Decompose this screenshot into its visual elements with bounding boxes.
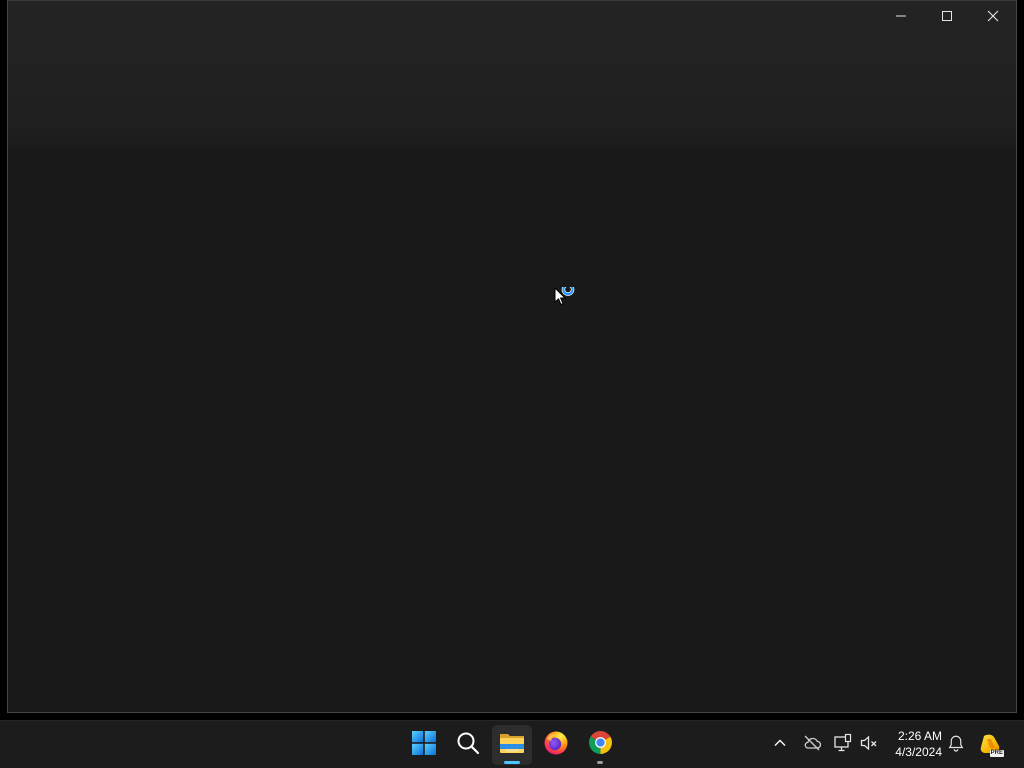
window-content — [8, 148, 1016, 712]
search-icon — [456, 731, 480, 760]
file-explorer-button[interactable] — [492, 725, 532, 765]
busy-cursor-icon — [554, 283, 576, 313]
clock-time: 2:26 AM — [897, 729, 942, 743]
mouse-cursor — [554, 283, 576, 309]
close-icon — [987, 10, 999, 22]
clock-date: 4/3/2024 — [895, 745, 942, 759]
chrome-icon — [588, 730, 613, 760]
pre-app-tray-button[interactable]: PRE — [978, 732, 1004, 758]
taskbar-clock[interactable]: 2:26 AM 4/3/2024 — [878, 728, 942, 760]
bell-icon — [947, 734, 965, 757]
window-controls — [878, 1, 1016, 31]
close-button[interactable] — [970, 1, 1016, 31]
chrome-button[interactable] — [580, 725, 620, 765]
start-button[interactable] — [404, 725, 444, 765]
onedrive-tray-button[interactable] — [800, 733, 824, 757]
minimize-button[interactable] — [878, 1, 924, 31]
file-explorer-icon — [499, 731, 525, 760]
network-icon — [833, 733, 853, 758]
firefox-button[interactable] — [536, 725, 576, 765]
pre-badge: PRE — [989, 750, 1004, 757]
search-button[interactable] — [448, 725, 488, 765]
chevron-up-icon — [773, 736, 787, 755]
active-app-indicator — [504, 761, 520, 764]
app-window[interactable] — [7, 0, 1017, 713]
network-tray-button[interactable] — [831, 733, 855, 757]
windows-start-icon — [412, 730, 436, 760]
desktop: 2:26 AM 4/3/2024 PRE — [0, 0, 1024, 768]
maximize-icon — [941, 10, 953, 22]
running-app-indicator — [597, 761, 603, 764]
cloud-off-icon — [802, 733, 822, 758]
maximize-button[interactable] — [924, 1, 970, 31]
show-hidden-icons-button[interactable] — [768, 733, 792, 757]
volume-muted-icon — [859, 733, 879, 758]
firefox-icon — [543, 730, 569, 761]
window-header-area — [8, 1, 1016, 148]
taskbar: 2:26 AM 4/3/2024 PRE — [0, 720, 1024, 768]
minimize-icon — [895, 10, 907, 22]
notifications-button[interactable] — [944, 733, 968, 757]
